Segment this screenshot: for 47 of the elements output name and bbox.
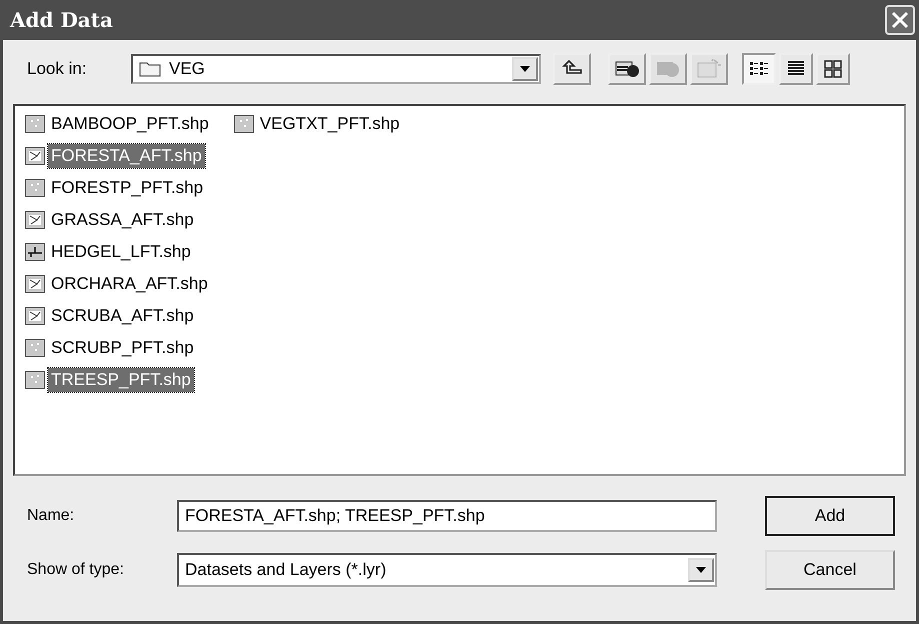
polygon-layer-icon	[25, 307, 45, 325]
point-layer-icon	[25, 115, 45, 133]
view-button[interactable]	[779, 53, 813, 85]
dropdown-button[interactable]	[512, 57, 538, 81]
name-field[interactable]: FORESTA_AFT.shp; TREESP_PFT.shp	[177, 500, 717, 532]
look-in-label: Look in:	[27, 59, 88, 79]
thumbnails-view-icon	[823, 60, 843, 78]
polygon-layer-icon	[25, 211, 45, 229]
connect-folder-icon	[614, 59, 640, 79]
toolbar-button[interactable]	[553, 53, 591, 85]
window-title: Add Data	[10, 8, 113, 32]
folder-icon	[139, 61, 161, 77]
file-item[interactable]: BAMBOOP_PFT.shp	[48, 112, 212, 136]
file-item[interactable]: TREESP_PFT.shp	[48, 368, 194, 392]
dropdown-arrow-icon	[520, 66, 530, 72]
dropdown-button[interactable]	[688, 558, 714, 582]
type-dropdown[interactable]: Datasets and Layers (*.lyr)	[177, 553, 717, 587]
point-layer-icon	[25, 179, 45, 197]
type-label: Show of type:	[27, 561, 125, 579]
file-item[interactable]: FORESTP_PFT.shp	[48, 176, 206, 200]
name-label: Name:	[27, 507, 76, 525]
view-button[interactable]	[816, 53, 850, 85]
file-item[interactable]: FORESTA_AFT.shp	[48, 144, 205, 168]
type-value: Datasets and Layers (*.lyr)	[184, 560, 388, 580]
add-button[interactable]: Add	[765, 496, 895, 536]
close-button[interactable]	[885, 5, 915, 35]
point-layer-icon	[234, 115, 254, 133]
view-button[interactable]	[742, 53, 776, 85]
file-item[interactable]: VEGTXT_PFT.shp	[256, 112, 403, 136]
point-layer-icon	[25, 371, 45, 389]
file-item[interactable]: HEDGEL_LFT.shp	[48, 240, 194, 264]
file-item[interactable]: SCRUBA_AFT.shp	[48, 304, 197, 328]
look-in-dropdown[interactable]: VEG	[131, 54, 541, 84]
close-icon	[891, 11, 909, 29]
file-item[interactable]: SCRUBP_PFT.shp	[48, 336, 197, 360]
polygon-layer-icon	[25, 275, 45, 293]
file-item[interactable]: ORCHARA_AFT.shp	[48, 272, 211, 296]
details-view-icon	[786, 60, 806, 78]
point-layer-icon	[25, 339, 45, 357]
list-view-icon	[749, 60, 769, 78]
dropdown-arrow-icon	[696, 567, 706, 573]
line-layer-icon	[25, 243, 45, 261]
toolbar-button[interactable]	[608, 53, 646, 85]
cancel-button[interactable]: Cancel	[765, 550, 895, 590]
look-in-value: VEG	[169, 59, 205, 79]
polygon-layer-icon	[25, 147, 45, 165]
file-item[interactable]: GRASSA_AFT.shp	[48, 208, 197, 232]
